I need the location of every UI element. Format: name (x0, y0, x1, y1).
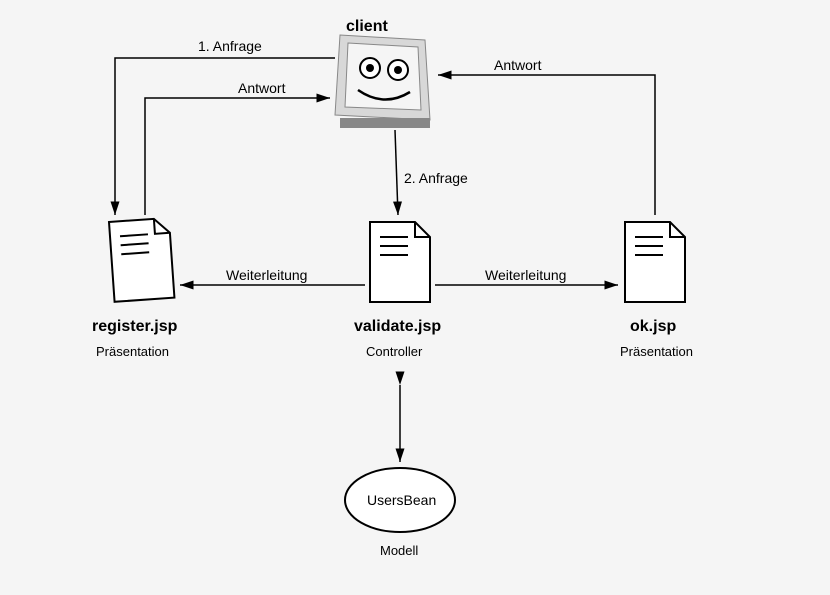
edge-label-anfrage1: 1. Anfrage (198, 38, 262, 54)
edge-label-antwort2: Antwort (494, 57, 541, 73)
ok-subtitle: Präsentation (620, 344, 693, 359)
usersbean-subtitle: Modell (380, 543, 418, 558)
validate-title: validate.jsp (354, 318, 441, 336)
edge-label-weiterleitung1: Weiterleitung (226, 267, 307, 283)
edge-antwort2 (438, 75, 655, 215)
ok-title: ok.jsp (630, 318, 676, 336)
edge-label-antwort1: Antwort (238, 80, 285, 96)
register-title: register.jsp (92, 318, 177, 336)
edge-anfrage2 (395, 130, 398, 215)
register-doc-icon (109, 218, 174, 302)
validate-doc-icon (370, 222, 430, 302)
ok-doc-icon (625, 222, 685, 302)
client-title: client (346, 18, 388, 36)
client-icon (335, 35, 430, 128)
edge-label-anfrage2: 2. Anfrage (404, 170, 468, 186)
edge-anfrage1 (115, 58, 335, 215)
edge-label-weiterleitung2: Weiterleitung (485, 267, 566, 283)
edge-antwort1 (145, 98, 330, 215)
validate-subtitle: Controller (366, 344, 422, 359)
register-subtitle: Präsentation (96, 344, 169, 359)
usersbean-title: UsersBean (367, 492, 436, 508)
